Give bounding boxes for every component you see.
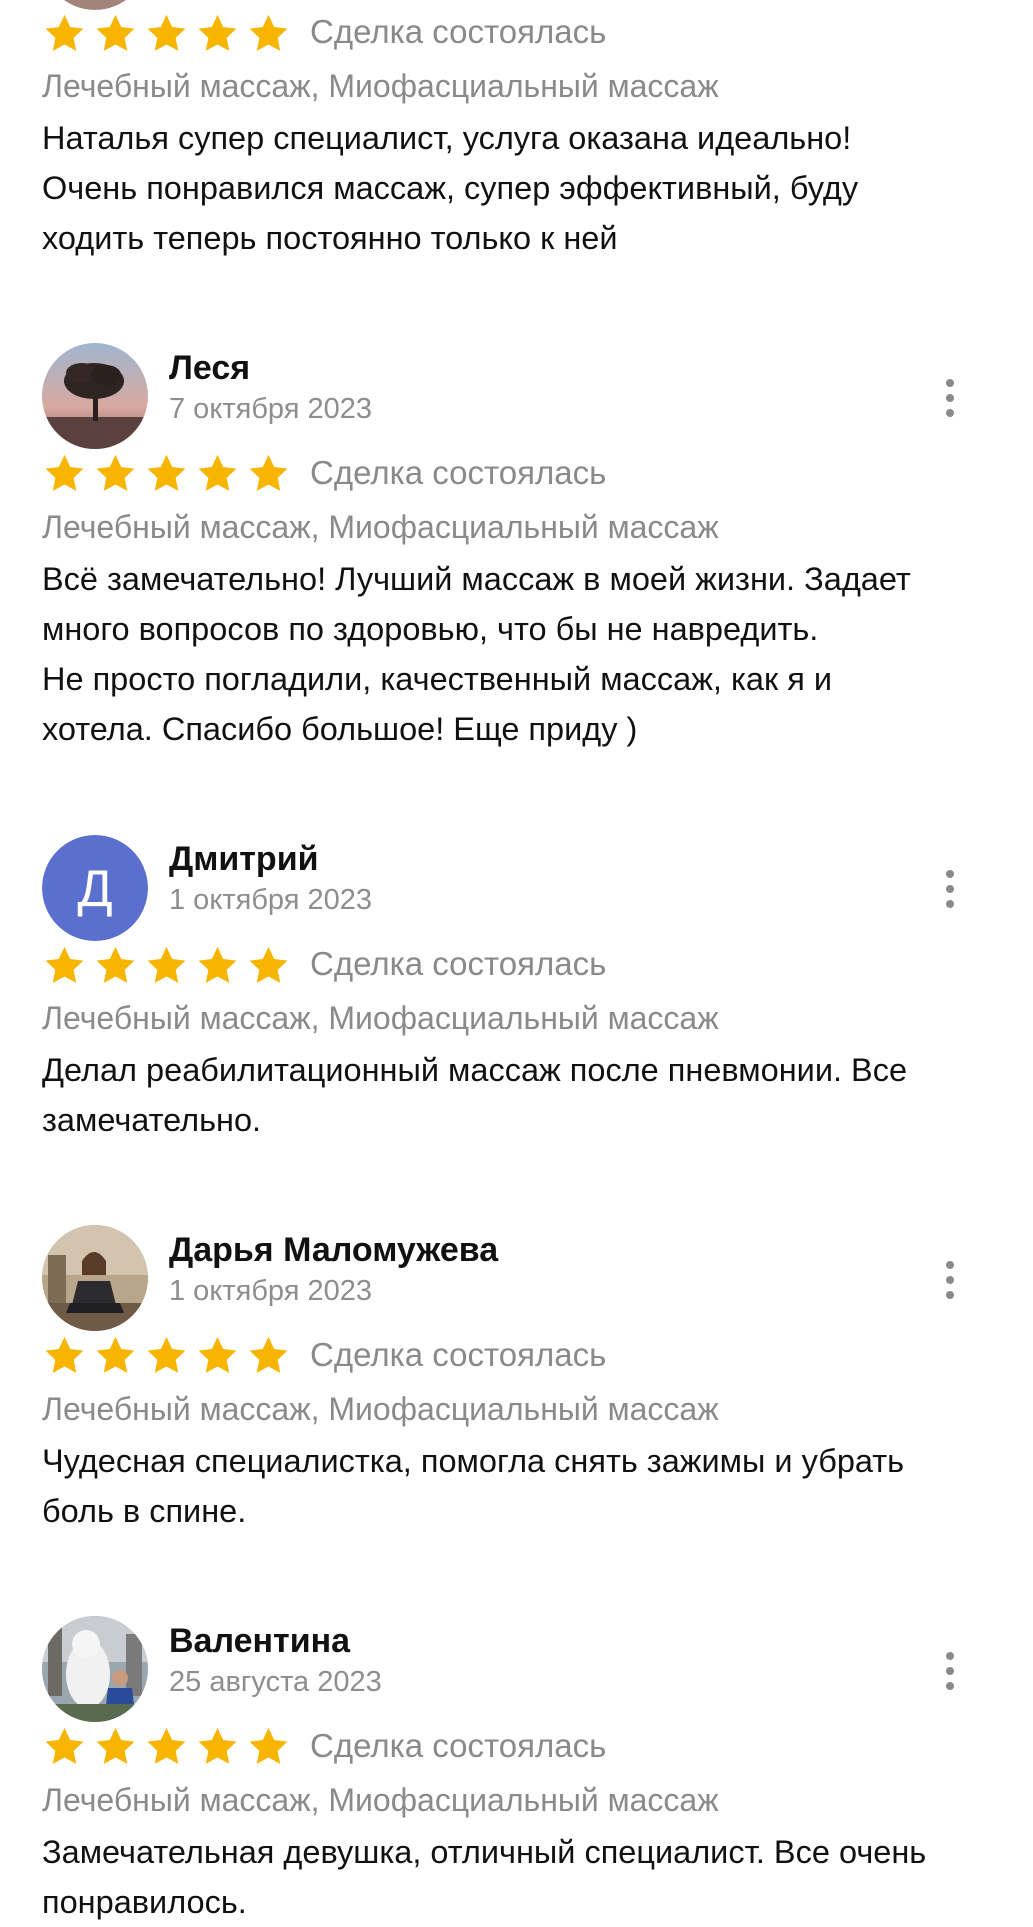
star-icon [93, 12, 138, 56]
review-date: 25 августа 2023 [169, 1666, 382, 1698]
star-icon [246, 12, 291, 56]
star-icon [195, 452, 240, 496]
star-icon [42, 12, 87, 56]
star-icon [144, 452, 189, 496]
avatar[interactable] [42, 343, 148, 449]
rating-stars [42, 944, 291, 990]
avatar-letter: Д [77, 860, 112, 918]
deal-status: Сделка состоялась [310, 454, 607, 491]
review-services: Лечебный массаж, Миофасциальный массаж [42, 1782, 719, 1818]
reviewer-name: Леся [169, 349, 251, 387]
star-icon [42, 452, 87, 496]
avatar[interactable] [42, 1616, 148, 1722]
rating-stars [42, 1334, 291, 1380]
review-text: Замечательная девушка, отличный специали… [42, 1834, 927, 1920]
star-icon [93, 452, 138, 496]
review-text: Наталья супер специалист, услуга оказана… [42, 120, 859, 256]
star-icon [93, 1334, 138, 1378]
rating-stars [42, 1725, 291, 1771]
avatar[interactable] [42, 0, 148, 10]
rating-stars [42, 12, 291, 58]
star-icon [246, 1334, 291, 1378]
star-icon [144, 1334, 189, 1378]
deal-status: Сделка состоялась [310, 1336, 607, 1373]
deal-status: Сделка состоялась [310, 1727, 607, 1764]
star-icon [195, 12, 240, 56]
star-icon [144, 944, 189, 988]
more-vertical-icon[interactable] [930, 1646, 970, 1696]
review-services: Лечебный массаж, Миофасциальный массаж [42, 1391, 719, 1427]
avatar[interactable] [42, 1225, 148, 1331]
more-vertical-icon[interactable] [930, 1255, 970, 1305]
review-services: Лечебный массаж, Миофасциальный массаж [42, 1000, 719, 1036]
star-icon [195, 944, 240, 988]
review-text: Всё замечательно! Лучший массаж в моей ж… [42, 561, 911, 747]
review-services: Лечебный массаж, Миофасциальный массаж [42, 509, 719, 545]
star-icon [246, 944, 291, 988]
star-icon [144, 12, 189, 56]
star-icon [93, 944, 138, 988]
reviewer-name: Дмитрий [169, 840, 319, 878]
star-icon [246, 1725, 291, 1769]
reviewer-name: Валентина [169, 1622, 351, 1660]
review-text: Чудесная специалистка, помогла снять заж… [42, 1443, 905, 1529]
star-icon [195, 1725, 240, 1769]
star-icon [42, 1334, 87, 1378]
rating-stars [42, 452, 291, 498]
avatar[interactable]: Д [42, 835, 148, 941]
review-date: 1 октября 2023 [169, 884, 372, 916]
star-icon [144, 1725, 189, 1769]
more-vertical-icon[interactable] [930, 864, 970, 914]
star-icon [246, 452, 291, 496]
more-vertical-icon[interactable] [930, 373, 970, 423]
star-icon [93, 1725, 138, 1769]
review-text: Делал реабилитационный массаж после пнев… [42, 1052, 908, 1138]
deal-status: Сделка состоялась [310, 13, 607, 50]
deal-status: Сделка состоялась [310, 945, 607, 982]
review-services: Лечебный массаж, Миофасциальный массаж [42, 68, 719, 104]
review-date: 1 октября 2023 [169, 1275, 372, 1307]
review-date: 7 октября 2023 [169, 393, 372, 425]
star-icon [42, 944, 87, 988]
star-icon [42, 1725, 87, 1769]
star-icon [195, 1334, 240, 1378]
reviewer-name: Дарья Маломужева [169, 1231, 499, 1269]
